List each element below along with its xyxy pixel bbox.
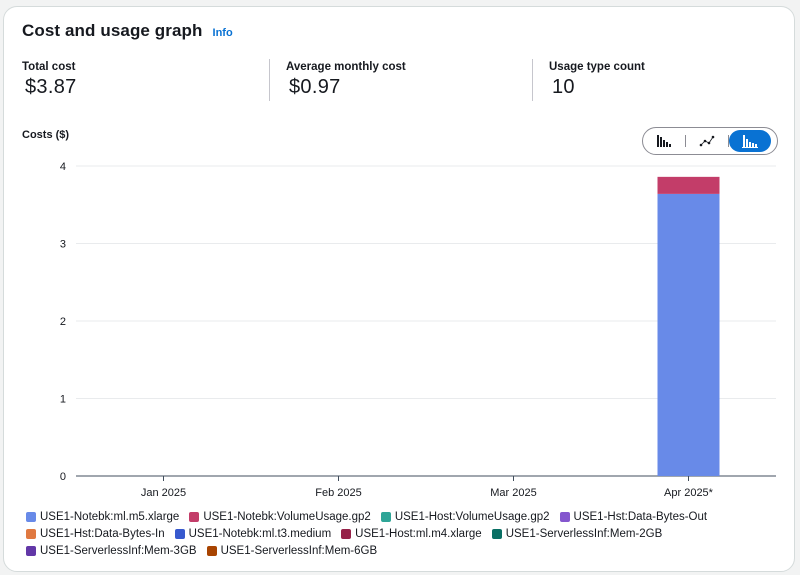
legend-swatch (26, 546, 36, 556)
legend-item[interactable]: USE1-Host:VolumeUsage.gp2 (380, 509, 550, 525)
legend-item[interactable]: USE1-Notebk:ml.m5.xlarge (26, 509, 179, 525)
chart-legend: USE1-Notebk:ml.m5.xlarge USE1-Notebk:Volu… (26, 509, 786, 559)
legend-swatch (26, 512, 36, 522)
y-tick-label: 3 (60, 239, 66, 251)
legend-swatch (189, 512, 200, 522)
legend-item[interactable]: USE1-ServerlessInf:Mem-3GB (26, 543, 197, 559)
y-tick-label: 0 (60, 471, 66, 483)
legend-swatch (341, 529, 352, 539)
legend-swatch (174, 529, 185, 539)
legend-label: USE1-Hst:Data-Bytes-In (40, 528, 165, 540)
legend-swatch (380, 512, 391, 522)
legend-item[interactable]: USE1-Notebk:ml.t3.medium (174, 526, 332, 542)
legend-swatch (26, 529, 36, 539)
y-tick-label: 2 (60, 316, 66, 328)
cost-usage-card: Cost and usage graph Info Total cost $3.… (3, 6, 795, 572)
legend-swatch (491, 529, 502, 539)
legend-item[interactable]: USE1-Host:ml.m4.xlarge (341, 526, 482, 542)
x-tick-label: Feb 2025 (315, 487, 361, 499)
x-tick-label: Mar 2025 (490, 487, 536, 499)
legend-item[interactable]: USE1-ServerlessInf:Mem-6GB (206, 543, 378, 559)
bar-segment (657, 193, 720, 476)
legend-label: USE1-Notebk:ml.m5.xlarge (40, 511, 180, 523)
legend-label: USE1-ServerlessInf:Mem-3GB (40, 545, 197, 557)
legend-label: USE1-Notebk:ml.t3.medium (188, 528, 332, 540)
legend-label: USE1-ServerlessInf:Mem-6GB (220, 545, 378, 557)
legend-item[interactable]: USE1-ServerlessInf:Mem-2GB (491, 526, 663, 542)
legend-item[interactable]: USE1-Hst:Data-Bytes-Out (559, 509, 708, 525)
x-tick-label: Apr 2025* (664, 487, 714, 499)
legend-label: USE1-ServerlessInf:Mem-2GB (505, 528, 663, 540)
x-tick-label: Jan 2025 (141, 487, 186, 499)
legend-label: USE1-Notebk:VolumeUsage.gp2 (203, 511, 371, 523)
legend-label: USE1-Host:VolumeUsage.gp2 (394, 511, 550, 523)
y-tick-label: 4 (60, 161, 66, 173)
legend-item[interactable]: USE1-Notebk:VolumeUsage.gp2 (189, 509, 371, 525)
legend-swatch (559, 512, 570, 522)
y-tick-label: 1 (60, 394, 66, 406)
legend-swatch (206, 546, 217, 556)
legend-item[interactable]: USE1-Hst:Data-Bytes-In (26, 526, 165, 542)
bar-segment (657, 176, 720, 194)
legend-label: USE1-Hst:Data-Bytes-Out (573, 511, 708, 523)
cost-chart: 0 1 2 3 4 Jan 2025 Feb 2025 Mar 2025 Apr 2025* (60, 161, 776, 499)
legend-label: USE1-Host:ml.m4.xlarge (355, 528, 482, 540)
